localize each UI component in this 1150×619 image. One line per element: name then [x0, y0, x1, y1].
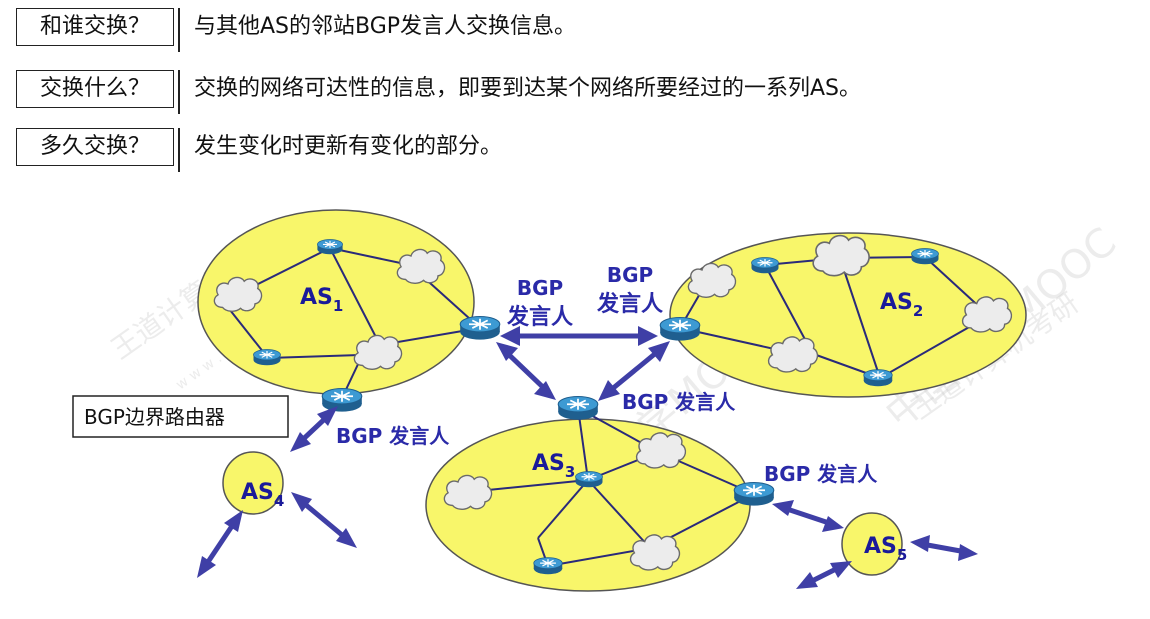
- router-icon: [316, 238, 344, 255]
- router-icon: [557, 395, 599, 421]
- speaker-label-role: 发言人: [506, 304, 573, 330]
- speaker-label-role: 发言人: [596, 291, 663, 317]
- speaker-label-bgp: BGP: [607, 263, 653, 287]
- router-icon: [863, 368, 893, 387]
- speaker-label-as3: BGP 发言人: [622, 390, 736, 414]
- router-icon: [252, 348, 282, 366]
- router-icon: [321, 387, 363, 413]
- network-cloud-icon: [687, 262, 737, 298]
- speaker-label-bgp: BGP: [517, 276, 563, 300]
- router-icon: [574, 470, 604, 488]
- router-icon: [659, 316, 701, 342]
- router-icon: [910, 247, 940, 265]
- speaker-label-as3-east: BGP 发言人: [764, 462, 878, 486]
- router-icon: [459, 315, 501, 341]
- bgp-network-diagram: 王道计算机考研 w w w . c s k a o y a n . c o m …: [72, 209, 1125, 592]
- border-router-label: BGP边界路由器: [84, 405, 225, 429]
- speaker-label-as1-border: BGP 发言人: [336, 424, 450, 448]
- router-icon: [533, 556, 563, 575]
- router-icon: [750, 256, 780, 274]
